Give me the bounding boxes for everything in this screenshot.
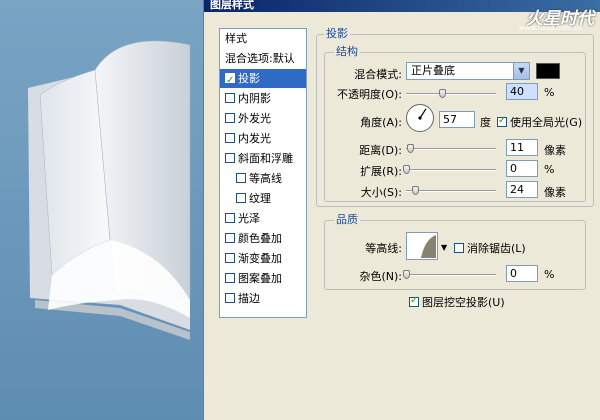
style-item-checkbox[interactable] [225, 293, 235, 303]
distance-input[interactable]: 11 [506, 139, 538, 156]
style-item-9[interactable]: 渐变叠加 [220, 249, 306, 268]
style-item-label: 外发光 [238, 112, 271, 125]
style-item-11[interactable]: 描边 [220, 289, 306, 308]
size-label: 大小(S): [360, 186, 402, 199]
noise-unit: % [544, 268, 555, 281]
spread-slider-thumb[interactable] [403, 165, 410, 174]
style-item-checkbox[interactable] [225, 233, 235, 243]
size-slider[interactable] [406, 190, 496, 192]
noise-slider[interactable] [406, 274, 496, 276]
style-item-label: 光泽 [238, 212, 260, 225]
quality-title: 品质 [334, 211, 360, 227]
size-input[interactable]: 24 [506, 181, 538, 198]
distance-slider-thumb[interactable] [406, 144, 414, 153]
style-item-checkbox[interactable] [225, 133, 235, 143]
layer-style-dialog: 图层样式 火星时代 www.hxsd.com.cn 样式 混合选项:默认 投影内… [203, 0, 600, 420]
blend-mode-value: 正片叠底 [411, 64, 455, 77]
contour-picker[interactable] [406, 232, 438, 260]
style-item-checkbox[interactable] [236, 193, 246, 203]
style-item-label: 投影 [238, 72, 260, 85]
style-item-4[interactable]: 斜面和浮雕 [220, 149, 306, 168]
distance-unit: 像素 [544, 144, 566, 157]
style-item-checkbox[interactable] [225, 213, 235, 223]
style-item-label: 内发光 [238, 132, 271, 145]
style-item-2[interactable]: 外发光 [220, 109, 306, 128]
distance-label: 距离(D): [359, 144, 402, 157]
watermark-url: www.hxsd.com.cn [518, 24, 582, 32]
style-item-label: 描边 [238, 292, 260, 305]
spread-label: 扩展(R): [360, 165, 402, 178]
style-list: 样式 混合选项:默认 投影内阴影外发光内发光斜面和浮雕等高线纹理光泽颜色叠加渐变… [219, 28, 307, 318]
shadow-color-swatch[interactable] [536, 63, 560, 79]
style-item-label: 颜色叠加 [238, 232, 282, 245]
style-item-3[interactable]: 内发光 [220, 129, 306, 148]
blend-options-item[interactable]: 混合选项:默认 [220, 49, 306, 68]
style-item-label: 斜面和浮雕 [238, 152, 293, 165]
antialias-label: 消除锯齿(L) [467, 242, 526, 255]
angle-dial-needle [418, 108, 427, 120]
contour-curve-icon [408, 235, 436, 258]
style-item-checkbox[interactable] [225, 253, 235, 263]
knockout-label: 图层挖空投影(U) [422, 296, 505, 309]
style-item-label: 内阴影 [238, 92, 271, 105]
size-unit: 像素 [544, 186, 566, 199]
chevron-down-icon: ▼ [513, 63, 529, 79]
style-item-8[interactable]: 颜色叠加 [220, 229, 306, 248]
angle-dial[interactable] [406, 104, 434, 132]
knockout-checkbox-box[interactable] [409, 295, 419, 307]
style-item-checkbox[interactable] [225, 71, 235, 90]
style-item-checkbox[interactable] [225, 153, 235, 163]
antialias-checkbox[interactable]: 消除锯齿(L) [454, 240, 526, 256]
style-item-checkbox[interactable] [225, 93, 235, 103]
opacity-label: 不透明度(O): [337, 88, 402, 101]
contour-chevron-down-icon[interactable]: ▼ [441, 243, 447, 252]
global-light-checkbox-box[interactable] [497, 115, 507, 127]
blend-mode-label: 混合模式: [354, 68, 402, 81]
screenshot-stage: 图层样式 火星时代 www.hxsd.com.cn 样式 混合选项:默认 投影内… [0, 0, 600, 420]
size-slider-thumb[interactable] [412, 186, 419, 195]
style-item-7[interactable]: 光泽 [220, 209, 306, 228]
style-item-1[interactable]: 内阴影 [220, 89, 306, 108]
style-item-label: 纹理 [249, 192, 271, 205]
style-item-0[interactable]: 投影 [220, 69, 306, 90]
opacity-slider[interactable] [406, 93, 496, 95]
opacity-input[interactable]: 40 [506, 83, 538, 100]
noise-slider-thumb[interactable] [403, 270, 410, 279]
style-item-checkbox[interactable] [225, 273, 235, 283]
global-light-label: 使用全局光(G) [510, 116, 583, 129]
noise-label: 杂色(N): [359, 270, 402, 283]
book-illustration [28, 40, 191, 340]
spread-slider[interactable] [406, 169, 496, 171]
spread-unit: % [544, 163, 555, 176]
antialias-checkbox-box[interactable] [454, 243, 464, 253]
noise-input[interactable]: 0 [506, 265, 538, 282]
opacity-slider-thumb[interactable] [439, 89, 446, 98]
angle-unit: 度 [480, 116, 491, 129]
style-item-label: 渐变叠加 [238, 252, 282, 265]
style-item-checkbox[interactable] [236, 173, 246, 183]
style-item-label: 图案叠加 [238, 272, 282, 285]
angle-label: 角度(A): [360, 116, 402, 129]
blend-mode-select[interactable]: 正片叠底 ▼ [406, 62, 530, 80]
contour-label: 等高线: [365, 242, 402, 255]
knockout-checkbox[interactable]: 图层挖空投影(U) [409, 294, 505, 310]
style-item-6[interactable]: 纹理 [220, 189, 306, 208]
style-item-checkbox[interactable] [225, 113, 235, 123]
style-item-label: 等高线 [249, 172, 282, 185]
dialog-title: 图层样式 [210, 0, 254, 11]
structure-title: 结构 [334, 43, 360, 59]
drop-shadow-title: 投影 [324, 25, 350, 41]
angle-input[interactable]: 57 [439, 111, 475, 128]
style-list-header[interactable]: 样式 [220, 29, 306, 48]
spread-input[interactable]: 0 [506, 160, 538, 177]
global-light-checkbox[interactable]: 使用全局光(G) [497, 114, 582, 130]
opacity-unit: % [544, 86, 555, 99]
distance-slider[interactable] [406, 148, 496, 150]
style-item-10[interactable]: 图案叠加 [220, 269, 306, 288]
style-item-5[interactable]: 等高线 [220, 169, 306, 188]
